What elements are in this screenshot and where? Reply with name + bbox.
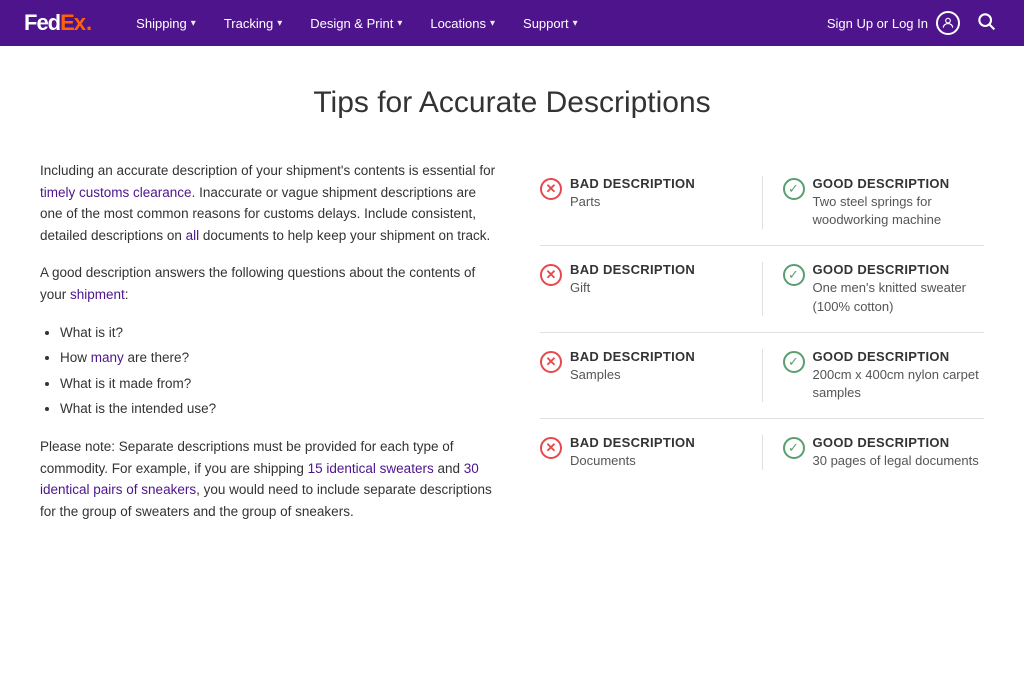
bad-cell-2: ✕ BAD DESCRIPTION Gift — [540, 262, 762, 297]
main-content: Tips for Accurate Descriptions Including… — [0, 46, 1024, 598]
good-icon-2: ✓ — [783, 264, 805, 286]
chevron-down-icon: ▾ — [277, 18, 282, 29]
sign-in-label: Sign Up or Log In — [827, 16, 928, 31]
bad-text-2: BAD DESCRIPTION Gift — [570, 262, 695, 297]
good-icon-4: ✓ — [783, 437, 805, 459]
page-title: Tips for Accurate Descriptions — [40, 86, 984, 120]
good-cell-3: ✓ GOOD DESCRIPTION 200cm x 400cm nylon c… — [763, 349, 985, 402]
good-cell-1: ✓ GOOD DESCRIPTION Two steel springs for… — [763, 176, 985, 229]
bullet-item: What is it made from? — [60, 373, 500, 395]
bad-text-1: BAD DESCRIPTION Parts — [570, 176, 695, 211]
comparison-row-1: ✕ BAD DESCRIPTION Parts ✓ GOOD DESCRIPTI… — [540, 160, 984, 246]
logo-dot: . — [86, 10, 92, 36]
good-cell-4: ✓ GOOD DESCRIPTION 30 pages of legal doc… — [763, 435, 985, 470]
right-column: ✕ BAD DESCRIPTION Parts ✓ GOOD DESCRIPTI… — [540, 160, 984, 538]
bad-icon-1: ✕ — [540, 178, 562, 200]
good-text-2: GOOD DESCRIPTION One men's knitted sweat… — [813, 262, 985, 315]
user-icon — [936, 11, 960, 35]
logo-fed: Fed — [24, 10, 60, 35]
nav-tracking[interactable]: Tracking ▾ — [212, 0, 294, 46]
comparison-row-4: ✕ BAD DESCRIPTION Documents ✓ GOOD DESCR… — [540, 419, 984, 486]
logo[interactable]: FedEx . — [24, 10, 92, 36]
chevron-down-icon: ▾ — [573, 18, 578, 29]
bad-cell-3: ✕ BAD DESCRIPTION Samples — [540, 349, 762, 384]
main-nav: Shipping ▾ Tracking ▾ Design & Print ▾ L… — [124, 0, 827, 46]
header-actions: Sign Up or Log In — [827, 7, 1000, 40]
good-cell-2: ✓ GOOD DESCRIPTION One men's knitted swe… — [763, 262, 985, 315]
chevron-down-icon: ▾ — [397, 18, 402, 29]
bullet-item: What is the intended use? — [60, 398, 500, 420]
comparison-row-3: ✕ BAD DESCRIPTION Samples ✓ GOOD DESCRIP… — [540, 333, 984, 419]
good-icon-1: ✓ — [783, 178, 805, 200]
good-desc-para: A good description answers the following… — [40, 262, 500, 305]
bullet-list: What is it? How many are there? What is … — [60, 322, 500, 420]
chevron-down-icon: ▾ — [490, 18, 495, 29]
left-column: Including an accurate description of you… — [40, 160, 500, 538]
content-grid: Including an accurate description of you… — [40, 160, 984, 538]
note-para: Please note: Separate descriptions must … — [40, 436, 500, 522]
good-icon-3: ✓ — [783, 351, 805, 373]
bad-cell-4: ✕ BAD DESCRIPTION Documents — [540, 435, 762, 470]
chevron-down-icon: ▾ — [191, 18, 196, 29]
bad-cell-1: ✕ BAD DESCRIPTION Parts — [540, 176, 762, 211]
site-header: FedEx . Shipping ▾ Tracking ▾ Design & P… — [0, 0, 1024, 46]
good-text-4: GOOD DESCRIPTION 30 pages of legal docum… — [813, 435, 979, 470]
timely-customs-link[interactable]: timely customs clearance — [40, 185, 192, 200]
bullet-item: What is it? — [60, 322, 500, 344]
nav-locations[interactable]: Locations ▾ — [418, 0, 507, 46]
bad-text-3: BAD DESCRIPTION Samples — [570, 349, 695, 384]
sign-in-button[interactable]: Sign Up or Log In — [827, 11, 960, 35]
bad-text-4: BAD DESCRIPTION Documents — [570, 435, 695, 470]
good-text-3: GOOD DESCRIPTION 200cm x 400cm nylon car… — [813, 349, 985, 402]
good-text-1: GOOD DESCRIPTION Two steel springs for w… — [813, 176, 985, 229]
logo-ex: Ex — [60, 10, 85, 35]
bad-icon-4: ✕ — [540, 437, 562, 459]
shipment-link: shipment — [70, 287, 125, 302]
search-button[interactable] — [972, 7, 1000, 40]
nav-design-print[interactable]: Design & Print ▾ — [298, 0, 414, 46]
comparison-row-2: ✕ BAD DESCRIPTION Gift ✓ GOOD DESCRIPTIO… — [540, 246, 984, 332]
nav-shipping[interactable]: Shipping ▾ — [124, 0, 208, 46]
intro-para: Including an accurate description of you… — [40, 160, 500, 246]
bullet-item: How many are there? — [60, 347, 500, 369]
bad-icon-3: ✕ — [540, 351, 562, 373]
bad-icon-2: ✕ — [540, 264, 562, 286]
all-link: all — [186, 228, 200, 243]
nav-support[interactable]: Support ▾ — [511, 0, 590, 46]
